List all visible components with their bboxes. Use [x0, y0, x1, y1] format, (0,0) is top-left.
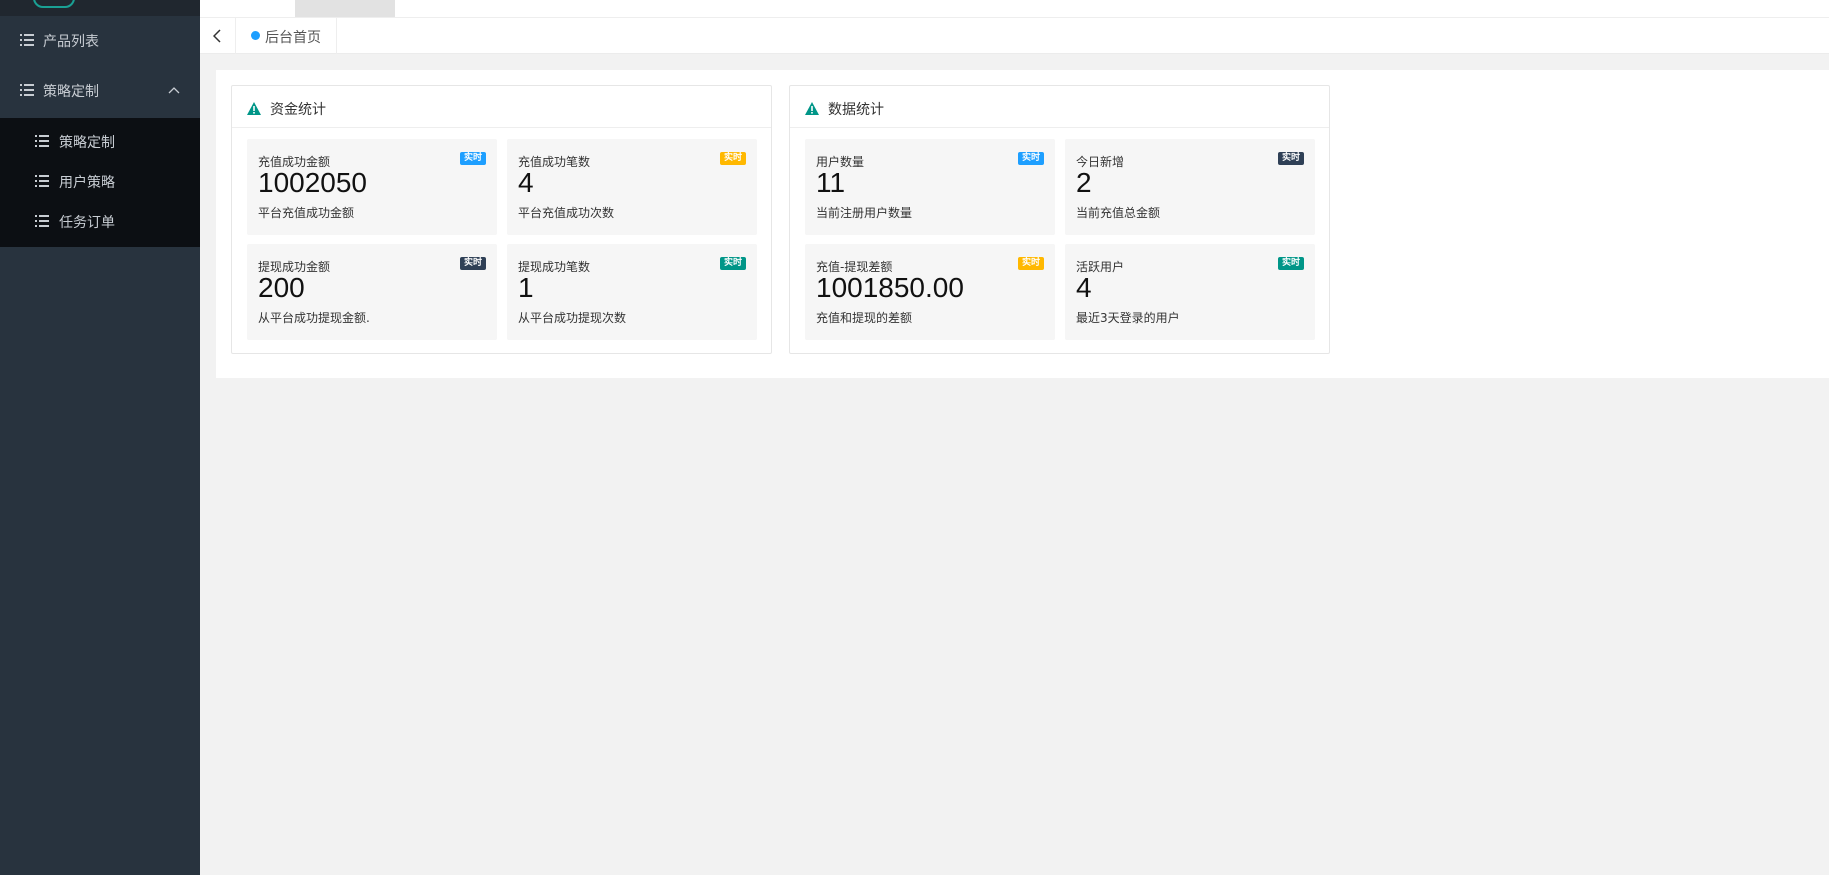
stat-desc: 从平台成功提现金额. — [258, 311, 370, 325]
realtime-badge: 实时 — [1017, 152, 1044, 165]
sidebar-subitem-label: 策略定制 — [59, 135, 115, 151]
stat-value: 11 — [816, 167, 846, 198]
list-icon — [35, 175, 49, 187]
sidebar-item-label: 策略定制 — [43, 84, 99, 100]
card-fund-stats: 资金统计 充值成功金额 实时 1002050 平台充值成功金额 充值成功笔数 实… — [231, 85, 772, 354]
stat-value: 2 — [1076, 167, 1092, 198]
stat-value: 4 — [518, 167, 534, 198]
sidebar-subitem-label: 任务订单 — [59, 215, 115, 231]
top-header — [200, 0, 1829, 17]
page-tabs-bar: 后台首页 — [200, 18, 1829, 54]
realtime-badge: 实时 — [1277, 152, 1304, 165]
stat-user-count: 用户数量 实时 11 当前注册用户数量 — [805, 139, 1055, 235]
tab-label: 后台首页 — [265, 30, 321, 46]
stat-value: 1001850.00 — [816, 272, 964, 303]
stat-desc: 平台充值成功金额 — [258, 206, 355, 220]
realtime-badge: 实时 — [719, 152, 746, 165]
list-icon — [20, 34, 34, 46]
header-active-tab[interactable] — [295, 0, 395, 17]
realtime-badge: 实时 — [1017, 257, 1044, 270]
stat-value: 4 — [1076, 272, 1092, 303]
stat-desc: 平台充值成功次数 — [518, 206, 615, 220]
sidebar-subitem-task-orders[interactable]: 任务订单 — [0, 201, 200, 241]
sidebar-subitem-user-strategy[interactable]: 用户策略 — [0, 161, 200, 201]
sidebar: 产品列表 策略定制 策略定制 用户策略 任务订单 — [0, 0, 200, 875]
stat-recharge-withdraw-diff: 充值-提现差额 实时 1001850.00 充值和提现的差额 — [805, 244, 1055, 340]
stat-recharge-count: 充值成功笔数 实时 4 平台充值成功次数 — [507, 139, 757, 235]
realtime-badge: 实时 — [459, 152, 486, 165]
sidebar-item-label: 产品列表 — [43, 34, 99, 50]
logo[interactable] — [33, 0, 75, 8]
realtime-badge: 实时 — [719, 257, 746, 270]
list-icon — [35, 215, 49, 227]
sidebar-submenu: 策略定制 用户策略 任务订单 — [0, 118, 200, 247]
stat-withdraw-amount: 提现成功金额 实时 200 从平台成功提现金额. — [247, 244, 497, 340]
list-icon — [20, 84, 34, 96]
sidebar-item-product-list[interactable]: 产品列表 — [0, 16, 200, 66]
tabs-prev-button[interactable] — [200, 18, 236, 54]
stat-desc: 充值和提现的差额 — [816, 311, 913, 325]
warning-icon — [805, 100, 819, 119]
stat-withdraw-count: 提现成功笔数 实时 1 从平台成功提现次数 — [507, 244, 757, 340]
stat-desc: 当前充值总金额 — [1076, 206, 1161, 220]
tab-active-dot — [251, 31, 260, 40]
stat-desc: 最近3天登录的用户 — [1076, 311, 1180, 325]
stat-value: 1002050 — [258, 167, 368, 198]
stat-value: 200 — [258, 272, 305, 303]
list-icon — [35, 135, 49, 147]
card-header: 资金统计 — [232, 86, 771, 128]
stat-new-today: 今日新增 实时 2 当前充值总金额 — [1065, 139, 1315, 235]
chevron-up-icon — [168, 82, 180, 98]
stat-desc: 从平台成功提现次数 — [518, 311, 627, 325]
card-data-stats: 数据统计 用户数量 实时 11 当前注册用户数量 今日新增 实时 2 当前充值总… — [789, 85, 1330, 354]
realtime-badge: 实时 — [459, 257, 486, 270]
sidebar-subitem-label: 用户策略 — [59, 175, 115, 191]
sidebar-item-strategy[interactable]: 策略定制 — [0, 66, 200, 116]
stat-desc: 当前注册用户数量 — [816, 206, 913, 220]
realtime-badge: 实时 — [1277, 257, 1304, 270]
sidebar-logo-area — [0, 0, 200, 16]
warning-icon — [247, 100, 261, 119]
stat-recharge-amount: 充值成功金额 实时 1002050 平台充值成功金额 — [247, 139, 497, 235]
stat-active-users: 活跃用户 实时 4 最近3天登录的用户 — [1065, 244, 1315, 340]
card-title: 数据统计 — [828, 102, 884, 118]
content-panel: 资金统计 充值成功金额 实时 1002050 平台充值成功金额 充值成功笔数 实… — [216, 70, 1829, 378]
card-header: 数据统计 — [790, 86, 1329, 128]
tab-home[interactable]: 后台首页 — [236, 18, 337, 54]
card-title: 资金统计 — [270, 102, 326, 118]
chevron-left-icon — [213, 29, 221, 43]
sidebar-subitem-strategy-custom[interactable]: 策略定制 — [0, 121, 200, 161]
stat-value: 1 — [518, 272, 534, 303]
